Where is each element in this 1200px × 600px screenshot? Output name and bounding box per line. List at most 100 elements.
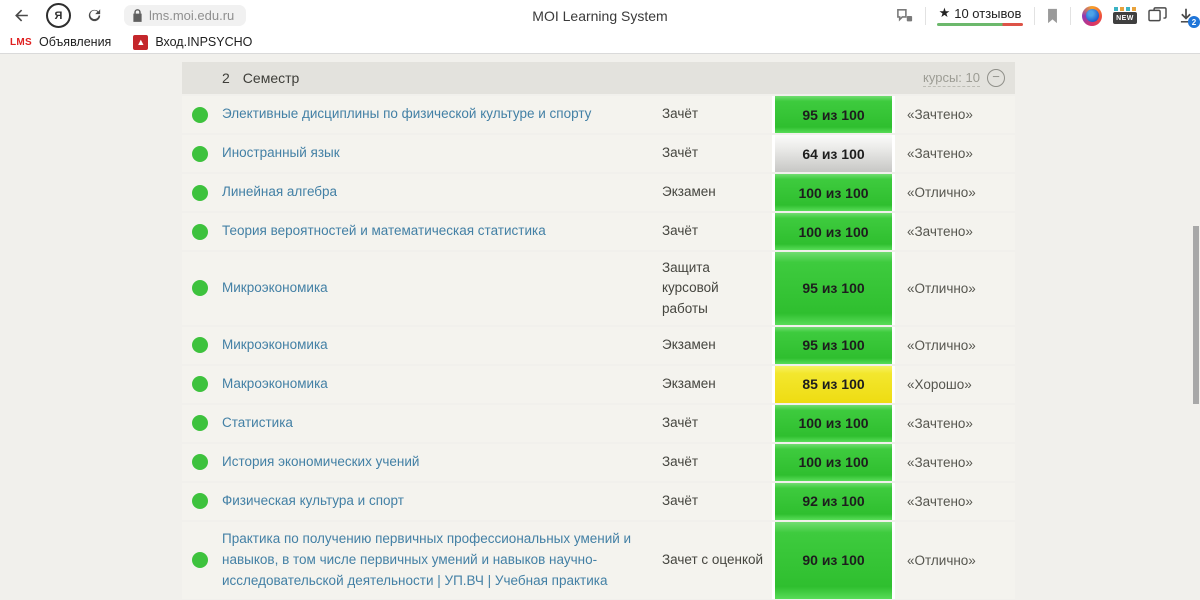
downloads-button[interactable]: 2 xyxy=(1178,7,1200,28)
toolbar-divider xyxy=(1034,6,1035,25)
status-dot-icon xyxy=(192,145,208,162)
semester-collapse-toggle[interactable]: курсы: 10 − xyxy=(923,69,1005,87)
course-link[interactable]: История экономических учений xyxy=(222,452,419,473)
assessment-type-cell: Зачёт xyxy=(662,106,699,122)
grade-result-cell: «Зачтено» xyxy=(907,493,973,509)
score-badge: 100 из 100 xyxy=(772,404,895,442)
assessment-type-cell: Зачёт xyxy=(662,493,699,509)
grade-result-cell: «Зачтено» xyxy=(907,415,973,431)
course-name-cell: Физическая культура и спорт xyxy=(222,483,662,520)
course-link[interactable]: Иностранный язык xyxy=(222,143,340,164)
bookmarks-bar: LMS Объявления ▲ Вход.INPSYCHO xyxy=(0,31,1200,54)
assessment-type-cell: Зачет с оценкой xyxy=(662,552,764,567)
assessment-type-cell: Зачёт xyxy=(662,454,699,470)
score-badge: 64 из 100 xyxy=(772,135,895,172)
score-badge: 92 из 100 xyxy=(772,482,895,520)
status-dot-icon xyxy=(192,493,208,510)
score-badge: 95 из 100 xyxy=(772,252,895,325)
protect-button[interactable] xyxy=(896,8,914,24)
yandex-icon: Я xyxy=(46,3,71,28)
reviews-count-label: 10 отзывов xyxy=(954,5,1022,21)
bookmark-item-lms[interactable]: LMS Объявления xyxy=(10,35,111,49)
lock-icon xyxy=(132,9,143,22)
grades-table: Элективные дисциплины по физической куль… xyxy=(182,96,1015,599)
bookmark-label: Объявления xyxy=(39,35,112,49)
assessment-type-cell: Зачёт xyxy=(662,223,699,239)
collapse-minus-icon[interactable]: − xyxy=(987,69,1005,87)
score-badge: 100 из 100 xyxy=(772,213,895,250)
course-link[interactable]: Практика по получению первичных професси… xyxy=(222,529,648,592)
course-status-cell xyxy=(182,483,222,520)
course-link[interactable]: Элективные дисциплины по физической куль… xyxy=(222,104,591,125)
assessment-type-cell: Зачёт xyxy=(662,145,699,161)
grade-result-cell: «Зачтено» xyxy=(907,454,973,470)
grade-result-cell: «Отлично» xyxy=(907,185,976,200)
course-name-cell: Элективные дисциплины по физической куль… xyxy=(222,96,662,133)
course-status-cell xyxy=(182,405,222,442)
course-link[interactable]: Теория вероятностей и математическая ста… xyxy=(222,221,546,242)
star-icon: ★ xyxy=(938,5,951,20)
bookmark-item-inpsycho[interactable]: ▲ Вход.INPSYCHO xyxy=(133,34,253,50)
refresh-button[interactable] xyxy=(86,7,103,24)
yandex-button[interactable]: Я xyxy=(46,3,71,28)
semester-label: Семестр xyxy=(242,70,300,86)
course-row: Элективные дисциплины по физической куль… xyxy=(182,96,1015,133)
url-text: lms.moi.edu.ru xyxy=(149,8,235,23)
status-dot-icon xyxy=(192,376,208,393)
bookmark-button[interactable] xyxy=(1046,8,1059,24)
course-link[interactable]: Микроэкономика xyxy=(222,278,328,299)
grade-result-cell: «Зачтено» xyxy=(907,224,973,239)
course-link[interactable]: Макроэкономика xyxy=(222,374,328,395)
course-status-cell xyxy=(182,213,222,250)
course-row: Макроэкономика Экзамен 85 из 100 «Хорошо… xyxy=(182,365,1015,403)
new-feature-dashes xyxy=(1114,7,1136,11)
assessment-type-cell: Экзамен xyxy=(662,184,716,200)
courses-count-link[interactable]: курсы: 10 xyxy=(923,70,980,87)
grade-result-cell: «Зачтено» xyxy=(907,146,973,161)
semester-number: 2 xyxy=(222,70,230,86)
browser-toolbar: MOI Learning System Я lms.moi.edu.ru ★ 1… xyxy=(0,0,1200,31)
course-name-cell: Линейная алгебра xyxy=(222,174,662,211)
course-row: Физическая культура и спорт Зачёт 92 из … xyxy=(182,482,1015,520)
course-link[interactable]: Микроэкономика xyxy=(222,335,328,356)
refresh-icon xyxy=(86,7,103,24)
course-row: Практика по получению первичных професси… xyxy=(182,521,1015,599)
new-badge: NEW xyxy=(1113,12,1137,24)
course-name-cell: История экономических учений xyxy=(222,444,662,481)
course-link[interactable]: Статистика xyxy=(222,413,293,434)
extension-button[interactable] xyxy=(1082,5,1102,26)
course-status-cell xyxy=(182,96,222,133)
address-bar[interactable]: lms.moi.edu.ru xyxy=(124,5,247,26)
back-button[interactable] xyxy=(12,6,31,25)
reviews-rating-bar xyxy=(937,23,1023,26)
inpsycho-favicon: ▲ xyxy=(133,34,149,50)
course-status-cell xyxy=(182,366,222,403)
score-badge: 95 из 100 xyxy=(772,326,895,364)
page-viewport: 2 Семестр курсы: 10 − Элективные дисципл… xyxy=(0,54,1200,600)
new-feature-button[interactable]: NEW xyxy=(1113,7,1137,24)
course-status-cell xyxy=(182,327,222,364)
status-dot-icon xyxy=(192,415,208,432)
course-status-cell xyxy=(182,522,222,599)
course-name-cell: Практика по получению первичных професси… xyxy=(222,522,662,599)
score-badge: 95 из 100 xyxy=(772,96,895,133)
course-name-cell: Теория вероятностей и математическая ста… xyxy=(222,213,662,250)
course-status-cell xyxy=(182,135,222,172)
course-row: Линейная алгебра Экзамен 100 из 100 «Отл… xyxy=(182,174,1015,211)
course-name-cell: Макроэкономика xyxy=(222,366,662,403)
bookmark-label: Вход.INPSYCHO xyxy=(155,35,253,49)
collections-icon xyxy=(1148,7,1167,24)
course-row: Микроэкономика Экзамен 95 из 100 «Отличн… xyxy=(182,326,1015,364)
course-row: Статистика Зачёт 100 из 100 «Зачтено» xyxy=(182,404,1015,442)
course-link[interactable]: Физическая культура и спорт xyxy=(222,491,404,512)
site-reviews[interactable]: ★ 10 отзывов xyxy=(937,5,1023,26)
download-count-badge: 2 xyxy=(1188,16,1200,28)
course-link[interactable]: Линейная алгебра xyxy=(222,182,337,203)
score-badge: 100 из 100 xyxy=(772,174,895,211)
semester-grades-section: 2 Семестр курсы: 10 − Элективные дисципл… xyxy=(182,62,1015,600)
collections-button[interactable] xyxy=(1148,7,1167,24)
course-row: Иностранный язык Зачёт 64 из 100 «Зачтен… xyxy=(182,135,1015,172)
bookmark-flag-icon xyxy=(1046,8,1059,24)
protect-icon xyxy=(896,8,914,24)
vertical-scrollbar-thumb[interactable] xyxy=(1193,226,1199,404)
